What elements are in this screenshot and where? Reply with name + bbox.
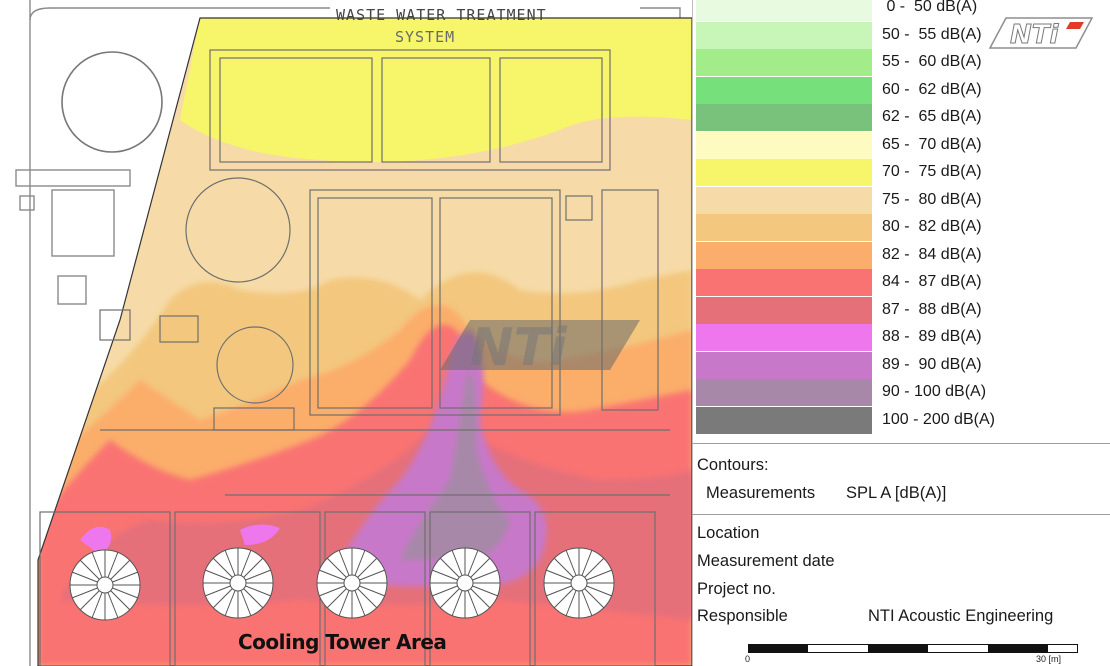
watermark-text: NTi	[470, 318, 568, 378]
legend-swatch	[696, 241, 872, 269]
scale-segment	[748, 644, 808, 653]
legend-item: 90 - 100 dB(A)	[696, 379, 1110, 406]
legend-swatch	[696, 0, 872, 21]
map-title: WASTE WATER TREATMENT	[336, 6, 547, 24]
legend-label: 87 - 88 dB(A)	[882, 300, 982, 318]
legend-label: 62 - 65 dB(A)	[882, 108, 982, 125]
contours-heading: Contours:	[697, 456, 769, 474]
legend-separator	[692, 443, 1110, 444]
legend-item: 65 - 70 dB(A)	[696, 131, 1110, 159]
legend-swatch	[696, 186, 872, 214]
legend-swatch	[696, 104, 872, 131]
legend-label: 89 - 90 dB(A)	[882, 355, 982, 373]
legend-swatch	[696, 406, 872, 434]
legend-label: 84 - 87 dB(A)	[882, 273, 982, 290]
measurement-date-label: Measurement date	[697, 552, 835, 570]
legend-swatch	[696, 379, 872, 406]
responsible-label: Responsible	[697, 607, 788, 625]
legend-label: 0 - 50 dB(A)	[882, 0, 978, 15]
contours-separator	[692, 514, 1110, 515]
legend-item: 82 - 84 dB(A)	[696, 241, 1110, 269]
legend-item: 84 - 87 dB(A)	[696, 269, 1110, 296]
measurements-value: SPL A [dB(A)]	[846, 484, 947, 502]
responsible-value: NTI Acoustic Engineering	[868, 607, 1054, 625]
legend-item: 89 - 90 dB(A)	[696, 351, 1110, 379]
legend-swatch	[696, 324, 872, 351]
scale-end-label: 30 [m]	[1036, 654, 1062, 664]
legend-swatch	[696, 131, 872, 159]
legend-swatch	[696, 159, 872, 186]
legend-label: 90 - 100 dB(A)	[882, 383, 987, 400]
legend-swatch	[696, 214, 872, 241]
legend-item: 62 - 65 dB(A)	[696, 104, 1110, 131]
location-label: Location	[697, 524, 760, 542]
scale-segment	[988, 644, 1048, 653]
legend-item: 80 - 82 dB(A)	[696, 214, 1110, 241]
legend-swatch	[696, 21, 872, 49]
legend-item: 87 - 88 dB(A)	[696, 296, 1110, 324]
measurements-label: Measurements	[706, 484, 816, 502]
legend-label: 80 - 82 dB(A)	[882, 218, 982, 235]
scale-start-label: 0	[745, 654, 751, 664]
legend-item: 100 - 200 dB(A)	[696, 406, 1110, 434]
legend-label: 82 - 84 dB(A)	[882, 245, 982, 263]
legend-label: 60 - 62 dB(A)	[882, 80, 982, 98]
legend-label: 70 - 75 dB(A)	[882, 163, 982, 180]
legend-item: 75 - 80 dB(A)	[696, 186, 1110, 214]
legend-item: 88 - 89 dB(A)	[696, 324, 1110, 351]
legend-item: 55 - 60 dB(A)	[696, 49, 1110, 76]
legend-swatch	[696, 76, 872, 104]
area-label: Cooling Tower Area	[238, 630, 447, 654]
legend-label: 88 - 89 dB(A)	[882, 328, 982, 345]
scale-segment	[868, 644, 928, 653]
map-subtitle: SYSTEM	[395, 28, 456, 46]
legend-swatch	[696, 49, 872, 76]
legend-label: 100 - 200 dB(A)	[882, 410, 995, 428]
legend-item: 60 - 62 dB(A)	[696, 76, 1110, 104]
map-drawing: NTi	[15, 0, 692, 666]
noise-contour-map: NTi WASTE WATER TREATMENT SYSTEM Cooling…	[0, 0, 692, 666]
nti-logo: NTi	[988, 17, 1094, 50]
legend-label: 55 - 60 dB(A)	[882, 53, 982, 70]
legend-swatch	[696, 296, 872, 324]
scale-bar: 0 30 [m]	[745, 640, 1078, 666]
legend-label: 75 - 80 dB(A)	[882, 190, 982, 208]
logo-text: NTi	[1010, 20, 1059, 50]
legend-label: 65 - 70 dB(A)	[882, 135, 982, 153]
legend-swatch	[696, 269, 872, 296]
legend-swatch	[696, 351, 872, 379]
project-no-label: Project no.	[697, 580, 776, 598]
legend-item: 70 - 75 dB(A)	[696, 159, 1110, 186]
